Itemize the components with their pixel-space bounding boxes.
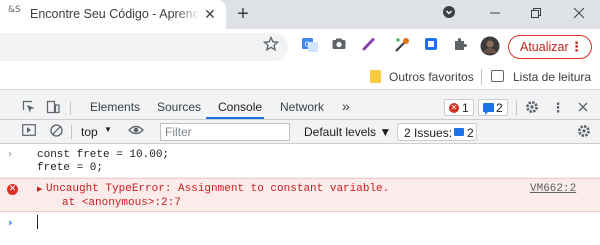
input-chevron-icon: › — [8, 149, 12, 160]
console-settings-gear-icon[interactable] — [576, 124, 592, 140]
filter-input[interactable] — [161, 124, 289, 140]
update-button[interactable]: Atualizar ⋮ — [508, 35, 592, 59]
issues-count: 2 — [467, 126, 474, 140]
close-window-icon[interactable] — [566, 2, 592, 26]
error-stack-trace: at <anonymous>:2:7 — [62, 197, 181, 209]
error-count-badge[interactable]: ✕ 1 — [444, 99, 474, 116]
bookmark-star-icon[interactable] — [261, 35, 281, 56]
show-sidebar-icon[interactable] — [21, 124, 37, 140]
message-icon — [483, 103, 494, 115]
camera-extension-icon[interactable] — [329, 36, 349, 56]
clear-console-icon[interactable] — [48, 124, 64, 140]
tab-title: Encontre Seu Código - Aprenda a — [30, 7, 198, 21]
devtools-icons-separator — [516, 101, 517, 115]
tab-network[interactable]: Network — [280, 100, 324, 114]
filter-field[interactable] — [160, 123, 290, 141]
device-toolbar-icon[interactable] — [45, 100, 61, 116]
context-selector[interactable]: top — [81, 125, 98, 139]
extensions-puzzle-icon[interactable] — [450, 36, 470, 56]
text-caret — [37, 215, 38, 229]
inspect-element-icon[interactable] — [21, 100, 37, 116]
expand-triangle-icon[interactable]: ▶ — [37, 185, 42, 193]
eyedropper-extension-icon[interactable] — [392, 36, 412, 56]
issues-label: 2 Issues: — [404, 126, 453, 140]
close-devtools-icon[interactable] — [575, 100, 591, 116]
profile-dropdown-icon[interactable] — [436, 2, 462, 26]
message-count-badge[interactable]: 2 — [478, 99, 508, 116]
translate-extension-icon[interactable]: G — [300, 36, 320, 56]
tab-sources[interactable]: Sources — [157, 100, 201, 114]
profile-avatar[interactable] — [480, 36, 500, 56]
blue-extension-icon[interactable] — [421, 36, 441, 56]
log-levels-dropdown[interactable]: Default levels ▼ — [304, 125, 391, 139]
minimize-icon[interactable] — [482, 2, 508, 26]
update-button-label: Atualizar — [520, 40, 569, 54]
live-expression-eye-icon[interactable] — [128, 124, 144, 140]
error-count: 1 — [462, 101, 469, 115]
browser-toolbar: G Atualizar ⋮ — [0, 29, 600, 64]
bookmark-other-favorites[interactable]: Outros favoritos — [389, 70, 474, 84]
new-tab-button[interactable]: + — [232, 3, 254, 25]
input-code-line-1: const frete = 10.00; — [37, 149, 170, 161]
prompt-chevron-icon: › — [8, 216, 13, 229]
tab-title-fade — [176, 4, 200, 24]
reading-list-icon — [491, 70, 504, 82]
error-icon: ✕ — [7, 184, 18, 195]
close-tab-icon[interactable]: ✕ — [201, 5, 219, 23]
folder-icon — [370, 70, 381, 83]
svg-text:G: G — [305, 41, 310, 49]
tab-console[interactable]: Console — [218, 100, 262, 114]
devtools-menu-icon[interactable]: ⋮ — [550, 100, 566, 116]
restore-icon[interactable] — [523, 2, 549, 26]
devtools-tab-separator — [70, 101, 71, 115]
tab-strip: &S Encontre Seu Código - Aprenda a ✕ + — [0, 0, 600, 29]
devtools-tab-bar: Elements Sources Console Network » ✕ 1 2… — [0, 96, 600, 120]
issues-button[interactable]: 2 Issues: 2 — [397, 123, 477, 141]
address-bar[interactable] — [0, 33, 288, 61]
console-prompt[interactable]: › — [0, 212, 600, 242]
console-output[interactable]: › const frete = 10.00; frete = 0; ✕ ▶ Un… — [0, 144, 600, 245]
issues-message-icon — [454, 128, 464, 136]
console-toolbar-separator — [71, 125, 72, 139]
console-toolbar: top ▼ Default levels ▼ 2 Issues: 2 — [0, 120, 600, 144]
site-favicon-icon: &S — [8, 5, 21, 15]
browser-menu-icon[interactable]: ⋮ — [570, 36, 583, 58]
browser-tab[interactable]: &S Encontre Seu Código - Aprenda a ✕ — [0, 0, 226, 29]
error-source-link[interactable]: VM662:2 — [530, 183, 576, 195]
pen-extension-icon[interactable] — [359, 36, 379, 56]
more-tabs-chevron-icon[interactable]: » — [342, 98, 350, 114]
devtools-settings-gear-icon[interactable] — [524, 100, 540, 116]
console-input-entry: › const frete = 10.00; frete = 0; — [0, 146, 600, 178]
error-icon: ✕ — [449, 103, 459, 113]
input-code-line-2: frete = 0; — [37, 162, 104, 174]
bookmarks-bar: Outros favoritos Lista de leitura — [0, 64, 600, 90]
bookmark-reading-list[interactable]: Lista de leitura — [513, 70, 591, 84]
context-dropdown-icon[interactable]: ▼ — [104, 125, 112, 134]
console-error-message: ✕ ▶ Uncaught TypeError: Assignment to co… — [0, 178, 600, 212]
error-text: Uncaught TypeError: Assignment to consta… — [46, 183, 390, 195]
bookmarks-divider — [481, 69, 482, 85]
tab-elements[interactable]: Elements — [90, 100, 140, 114]
active-tab-indicator — [206, 117, 264, 119]
message-count: 2 — [496, 101, 503, 115]
